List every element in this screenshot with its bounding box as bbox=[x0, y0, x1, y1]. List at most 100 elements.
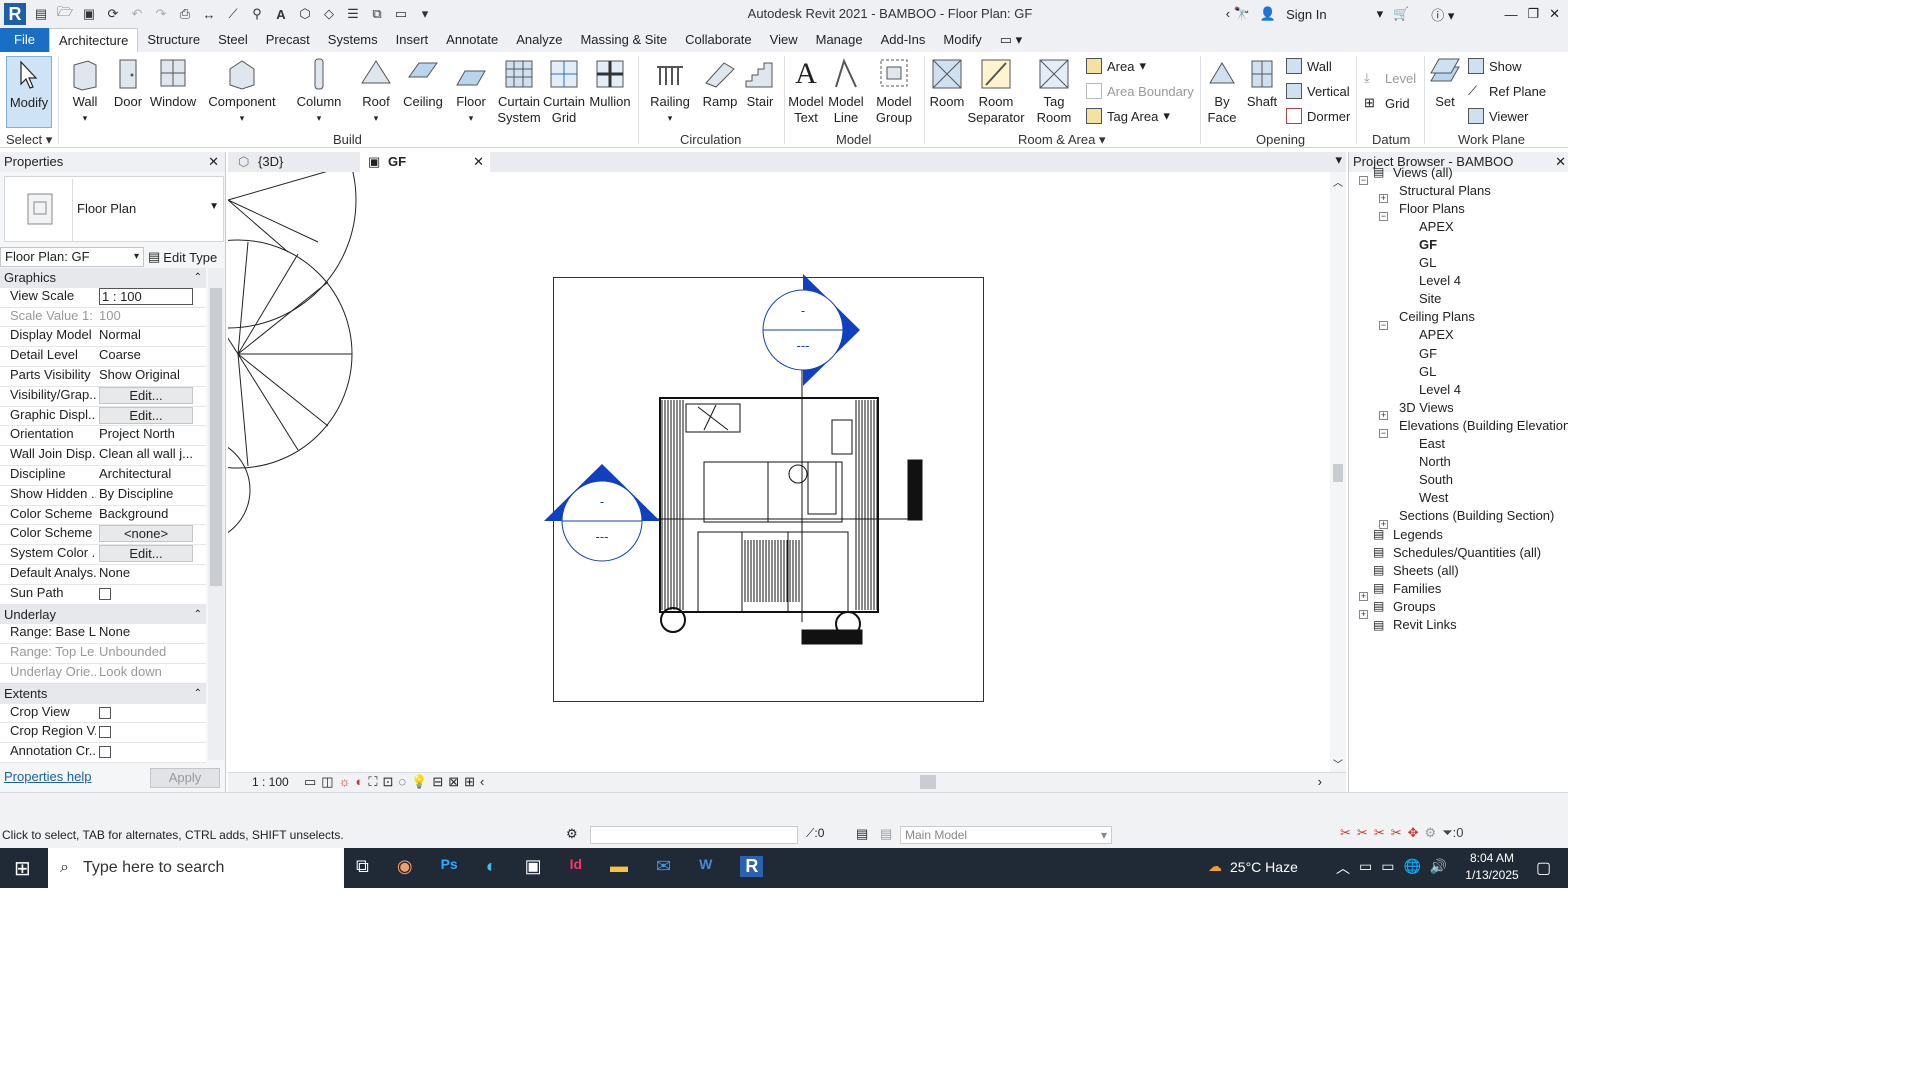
checkbox[interactable] bbox=[99, 587, 111, 600]
undo-icon[interactable]: ↶ bbox=[128, 5, 146, 23]
viewer-button[interactable]: Viewer bbox=[1468, 108, 1529, 124]
section-graphics[interactable]: Graphics ⌃ bbox=[0, 268, 206, 288]
task-view-icon[interactable]: ⧉ bbox=[356, 856, 369, 877]
sun-path-icon[interactable]: ☼ bbox=[339, 774, 351, 790]
word-icon[interactable]: W bbox=[699, 856, 712, 877]
horizontal-scroll-thumb[interactable] bbox=[920, 775, 936, 789]
user-icon[interactable]: 👤 bbox=[1260, 6, 1276, 22]
railing-button[interactable]: Railing ▾ bbox=[646, 56, 694, 126]
stair-button[interactable]: Stair bbox=[742, 56, 778, 110]
switch-windows-icon[interactable]: ▭ bbox=[392, 5, 410, 23]
property-checkbox[interactable] bbox=[96, 743, 206, 762]
cart-icon[interactable]: 🛒 bbox=[1393, 6, 1409, 22]
filter-icon[interactable]: ⏷:0 bbox=[1442, 825, 1463, 841]
floor-button[interactable]: Floor ▾ bbox=[450, 56, 492, 126]
help-icon[interactable]: ⓘ ▾ bbox=[1431, 5, 1454, 24]
indesign-icon[interactable]: Id bbox=[570, 856, 582, 877]
measure-icon[interactable]: ↔ bbox=[200, 5, 218, 23]
workset-dropdown[interactable] bbox=[590, 826, 798, 844]
mullion-button[interactable]: Mullion bbox=[588, 56, 632, 110]
constraints-icon[interactable]: ⊠ bbox=[448, 774, 459, 790]
select-links-icon[interactable]: ✂ bbox=[1340, 825, 1351, 841]
room-area-panel-label[interactable]: Room & Area ▾ bbox=[1018, 132, 1105, 148]
reveal-hidden-icon[interactable]: 💡 bbox=[411, 774, 427, 790]
volume-icon[interactable]: 🔊 bbox=[1430, 858, 1447, 878]
property-edit-button[interactable]: Edit... bbox=[96, 386, 206, 406]
property-value[interactable]: Normal bbox=[96, 327, 206, 347]
expand-icon[interactable]: + bbox=[1359, 610, 1368, 620]
tab-add-ins[interactable]: Add-Ins bbox=[872, 28, 935, 52]
close-properties-icon[interactable]: ✕ bbox=[208, 152, 219, 172]
shadows-icon[interactable]: ◐ bbox=[356, 774, 364, 790]
tab-steel[interactable]: Steel bbox=[209, 28, 257, 52]
checkbox[interactable] bbox=[99, 726, 111, 739]
vertical-button[interactable]: Vertical bbox=[1286, 83, 1350, 99]
detail-level-icon[interactable]: ▭ bbox=[304, 774, 316, 790]
select-underlay-icon[interactable]: ✂ bbox=[1357, 825, 1368, 841]
property-edit-button[interactable]: Edit... bbox=[96, 545, 206, 564]
collapse-icon[interactable]: ⌃ bbox=[194, 268, 202, 288]
photoshop-icon[interactable]: Ps bbox=[441, 856, 458, 877]
notifications-icon[interactable]: ▢ bbox=[1536, 858, 1551, 878]
area-boundary-button[interactable]: Area Boundary bbox=[1086, 83, 1194, 99]
temp-hide-icon[interactable]: ◌ bbox=[398, 774, 406, 790]
save-icon[interactable]: ▣ bbox=[80, 5, 98, 23]
modify-button[interactable]: Modify bbox=[6, 56, 52, 128]
instance-selector[interactable]: Floor Plan: GF ▾ bbox=[0, 247, 144, 267]
shaft-button[interactable]: Shaft bbox=[1244, 56, 1280, 110]
open-icon[interactable]: 🗁 bbox=[56, 4, 74, 23]
window-button[interactable]: Window bbox=[148, 56, 198, 110]
close-icon[interactable]: ✕ bbox=[1549, 6, 1560, 22]
tab-manage[interactable]: Manage bbox=[807, 28, 872, 52]
tab-collaborate[interactable]: Collaborate bbox=[676, 28, 761, 52]
checkbox[interactable] bbox=[99, 706, 111, 719]
battery-icon[interactable]: ▭ bbox=[1381, 858, 1394, 878]
scroll-thumb[interactable] bbox=[210, 288, 222, 586]
roof-button[interactable]: Roof ▾ bbox=[356, 56, 396, 126]
curtain-system-button[interactable]: Curtain System bbox=[496, 56, 542, 126]
meet-now-icon[interactable]: ▭ bbox=[1359, 858, 1372, 878]
tab-file[interactable]: File bbox=[0, 28, 49, 52]
by-face-button[interactable]: By Face bbox=[1204, 56, 1240, 126]
search-nav-icon[interactable]: ‹ 🔭 bbox=[1226, 6, 1250, 22]
collapse-icon[interactable]: ⌃ bbox=[194, 605, 202, 625]
file-explorer-icon[interactable]: ▬ bbox=[610, 856, 628, 877]
tab-overflow-icon[interactable]: ▾ bbox=[1335, 152, 1342, 168]
collapse-icon[interactable]: − bbox=[1379, 320, 1388, 330]
close-hidden-icon[interactable]: ⧉ bbox=[368, 5, 386, 23]
expand-icon[interactable]: + bbox=[1359, 592, 1368, 602]
tab-annotate[interactable]: Annotate bbox=[437, 28, 507, 52]
collapse-icon[interactable]: − bbox=[1379, 429, 1388, 439]
set-button[interactable]: Set bbox=[1428, 56, 1462, 110]
network-icon[interactable]: 🌐 bbox=[1403, 858, 1420, 878]
show-button[interactable]: Show bbox=[1468, 58, 1522, 74]
ref-plane-button[interactable]: ⟋ Ref Plane bbox=[1468, 83, 1546, 99]
editing-requests-icon[interactable]: ▤ bbox=[856, 826, 868, 842]
section-extents[interactable]: Extents ⌃ bbox=[0, 683, 206, 704]
expand-icon[interactable]: + bbox=[1379, 194, 1388, 204]
tab-precast[interactable]: Precast bbox=[257, 28, 319, 52]
close-browser-icon[interactable]: ✕ bbox=[1555, 152, 1566, 172]
thin-lines-icon[interactable]: ☰ bbox=[344, 5, 362, 23]
property-value[interactable]: 1 : 100 bbox=[96, 287, 206, 307]
curtain-grid-button[interactable]: Curtain Grid bbox=[542, 56, 586, 126]
crop-view-icon[interactable]: ⊡ bbox=[382, 774, 393, 790]
taskbar-search[interactable]: ⌕ Type here to search bbox=[48, 848, 344, 888]
tag-icon[interactable]: ⚲ bbox=[248, 5, 266, 23]
customize-qat-icon[interactable]: ▾ bbox=[416, 5, 434, 23]
section-underlay[interactable]: Underlay ⌃ bbox=[0, 604, 206, 625]
tab-view[interactable]: View bbox=[761, 28, 807, 52]
level-button[interactable]: ⤓ Level bbox=[1364, 70, 1416, 86]
property-value[interactable]: None bbox=[96, 624, 206, 644]
design-option-dropdown[interactable]: Main Model ▾ bbox=[900, 826, 1112, 844]
restore-icon[interactable]: ❐ bbox=[1527, 6, 1539, 22]
collapse-icon[interactable]: ⌃ bbox=[194, 684, 202, 704]
clock[interactable]: 8:04 AM 1/13/2025 bbox=[1460, 851, 1524, 882]
store-icon[interactable]: ▣ bbox=[525, 856, 542, 877]
close-tab-icon[interactable]: ✕ bbox=[473, 152, 484, 172]
dimension-icon[interactable]: ⟋ bbox=[224, 5, 242, 23]
property-value[interactable]: Clean all wall j... bbox=[96, 446, 206, 465]
select-panel-label[interactable]: Select ▾ bbox=[6, 132, 52, 148]
dormer-button[interactable]: Dormer bbox=[1286, 108, 1350, 124]
property-value[interactable]: None bbox=[96, 565, 206, 584]
